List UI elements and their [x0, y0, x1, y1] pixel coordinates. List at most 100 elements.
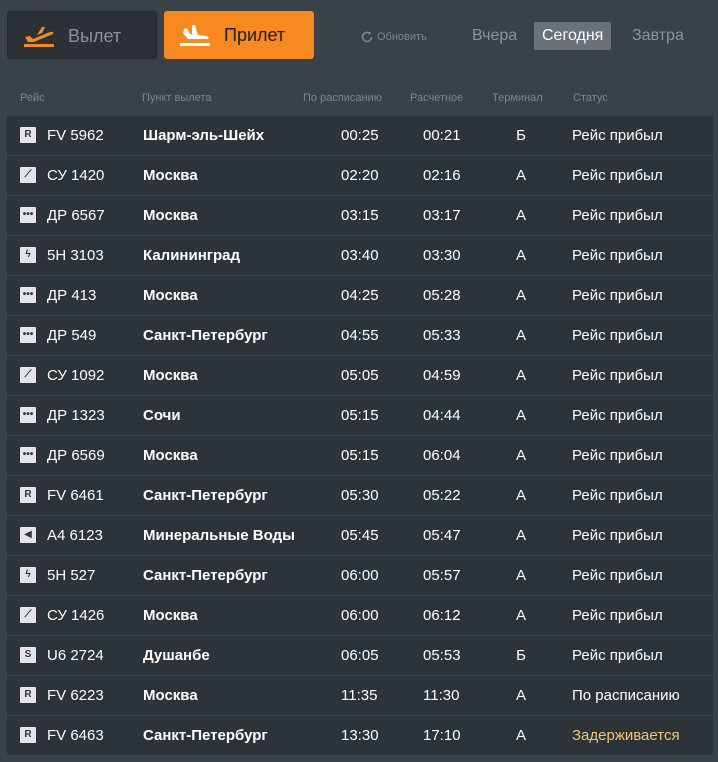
flight-status: Рейс прибыл	[572, 607, 663, 624]
estimated-time: 02:16	[423, 167, 461, 184]
estimated-time: 06:04	[423, 447, 461, 464]
terminal: А	[515, 687, 526, 704]
refresh-button[interactable]: Обновить	[360, 28, 427, 46]
flight-status: Рейс прибыл	[572, 367, 663, 384]
flight-number: FV 6461	[47, 487, 104, 504]
airline-logo-r-icon: R	[20, 487, 36, 503]
scheduled-time: 04:55	[341, 327, 379, 344]
origin-city: Минеральные Воды	[143, 527, 295, 544]
origin-city: Душанбе	[143, 647, 210, 664]
origin-city: Шарм-эль-Шейх	[143, 127, 265, 144]
table-row[interactable]: ••• ДР 1323 Сочи 05:15 04:44 А Рейс прибыл	[7, 396, 713, 436]
origin-city: Москва	[143, 447, 198, 464]
refresh-icon	[361, 31, 373, 43]
flight-number: FV 6463	[47, 727, 104, 744]
estimated-time: 05:57	[423, 567, 461, 584]
origin-city: Калининград	[143, 247, 241, 264]
flight-status: Рейс прибыл	[572, 167, 663, 184]
flight-status: Рейс прибыл	[572, 567, 663, 584]
flight-number: FV 5962	[47, 127, 104, 144]
scheduled-time: 02:20	[341, 167, 379, 184]
table-row[interactable]: ◀ А4 6123 Минеральные Воды 05:45 05:47 А Рейс …	[7, 516, 713, 556]
column-header-from: Пункт вылета	[142, 92, 212, 104]
estimated-time: 03:17	[423, 207, 461, 224]
scheduled-time: 06:00	[341, 567, 379, 584]
terminal: А	[515, 287, 526, 304]
airline-logo-r-icon: R	[20, 727, 36, 743]
flight-number: ДР 1323	[47, 407, 105, 424]
terminal: А	[515, 487, 526, 504]
airline-logo-r-icon: R	[20, 127, 36, 143]
flight-number: 5Н 527	[47, 567, 96, 584]
table-row[interactable]: ••• ДР 6567 Москва 03:15 03:17 А Рейс прибыл	[7, 196, 713, 236]
origin-city: Санкт-Петербург	[143, 567, 268, 584]
table-row[interactable]: S U6 2724 Душанбе 06:05 05:53 Б Рейс прибыл	[7, 636, 713, 676]
table-row[interactable]: R FV 6463 Санкт-Петербург 13:30 17:10 А Задерж…	[7, 716, 713, 756]
flight-number: ДР 6567	[47, 207, 105, 224]
airline-logo-swoosh-icon: ⟋	[20, 607, 36, 623]
flight-number: СУ 1092	[47, 367, 105, 384]
table-row[interactable]: ••• ДР 6569 Москва 05:15 06:04 А Рейс прибыл	[7, 436, 713, 476]
table-row[interactable]: ••• ДР 549 Санкт-Петербург 04:55 05:33 А Рейс …	[7, 316, 713, 356]
column-header-status: Статус	[573, 92, 608, 104]
flight-status: Рейс прибыл	[572, 127, 663, 144]
scheduled-time: 06:05	[341, 647, 379, 664]
scheduled-time: 03:15	[341, 207, 379, 224]
origin-city: Санкт-Петербург	[143, 727, 268, 744]
estimated-time: 05:47	[423, 527, 461, 544]
table-row[interactable]: ⟋ СУ 1092 Москва 05:05 04:59 А Рейс прибыл	[7, 356, 713, 396]
table-row[interactable]: ⟋ СУ 1426 Москва 06:00 06:12 А Рейс прибыл	[7, 596, 713, 636]
flight-status: Рейс прибыл	[572, 447, 663, 464]
terminal: А	[515, 327, 526, 344]
table-row[interactable]: R FV 5962 Шарм-эль-Шейх 00:25 00:21 Б Рейс при…	[7, 116, 713, 156]
flight-number: ДР 413	[47, 287, 97, 304]
scheduled-time: 05:30	[341, 487, 379, 504]
scheduled-time: 05:05	[341, 367, 379, 384]
scheduled-time: 03:40	[341, 247, 379, 264]
flight-number: U6 2724	[47, 647, 104, 664]
flight-number: ДР 6569	[47, 447, 105, 464]
scheduled-time: 06:00	[341, 607, 379, 624]
flight-status: Рейс прибыл	[572, 407, 663, 424]
estimated-time: 04:59	[423, 367, 461, 384]
origin-city: Москва	[143, 287, 198, 304]
estimated-time: 05:22	[423, 487, 461, 504]
estimated-time: 05:28	[423, 287, 461, 304]
airline-logo-wing-icon: ◀	[20, 527, 36, 543]
flight-status: Задерживается	[572, 727, 680, 744]
estimated-time: 03:30	[423, 247, 461, 264]
refresh-label: Обновить	[377, 31, 427, 43]
flight-status: Рейс прибыл	[572, 287, 663, 304]
table-row[interactable]: ••• ДР 413 Москва 04:25 05:28 А Рейс прибыл	[7, 276, 713, 316]
table-row[interactable]: ϟ 5Н 527 Санкт-Петербург 06:00 05:57 А Рейс пр…	[7, 556, 713, 596]
origin-city: Москва	[143, 607, 198, 624]
day-tomorrow[interactable]: Завтра	[624, 22, 692, 50]
landing-icon	[180, 25, 210, 46]
table-row[interactable]: R FV 6461 Санкт-Петербург 05:30 05:22 А Рейс п…	[7, 476, 713, 516]
top-bar: Вылет Прилет Обновить Вчера Сегодня Завт…	[0, 0, 718, 70]
day-today[interactable]: Сегодня	[534, 22, 612, 50]
estimated-time: 05:53	[423, 647, 461, 664]
airline-logo-dots-icon: •••	[20, 327, 36, 343]
estimated-time: 17:10	[423, 727, 461, 744]
tab-arrival[interactable]: Прилет	[164, 11, 314, 59]
estimated-time: 04:44	[423, 407, 461, 424]
table-row[interactable]: ⟋ СУ 1420 Москва 02:20 02:16 А Рейс прибыл	[7, 156, 713, 196]
flight-number: СУ 1420	[47, 167, 105, 184]
scheduled-time: 13:30	[341, 727, 379, 744]
airline-logo-dots-icon: •••	[20, 447, 36, 463]
terminal: А	[515, 367, 526, 384]
airline-logo-swoosh-icon: ⟋	[20, 367, 36, 383]
airline-logo-r-icon: R	[20, 687, 36, 703]
terminal: А	[515, 447, 526, 464]
estimated-time: 00:21	[423, 127, 461, 144]
tab-departure[interactable]: Вылет	[7, 11, 157, 59]
tab-departure-label: Вылет	[68, 26, 122, 46]
day-yesterday[interactable]: Вчера	[464, 22, 525, 50]
table-row[interactable]: R FV 6223 Москва 11:35 11:30 А По расписанию	[7, 676, 713, 716]
terminal: Б	[516, 127, 526, 144]
table-row[interactable]: ϟ 5Н 3103 Калининград 03:40 03:30 А Рейс прибы…	[7, 236, 713, 276]
scheduled-time: 05:45	[341, 527, 379, 544]
airline-logo-bolt-icon: ϟ	[20, 247, 36, 263]
terminal: А	[515, 407, 526, 424]
